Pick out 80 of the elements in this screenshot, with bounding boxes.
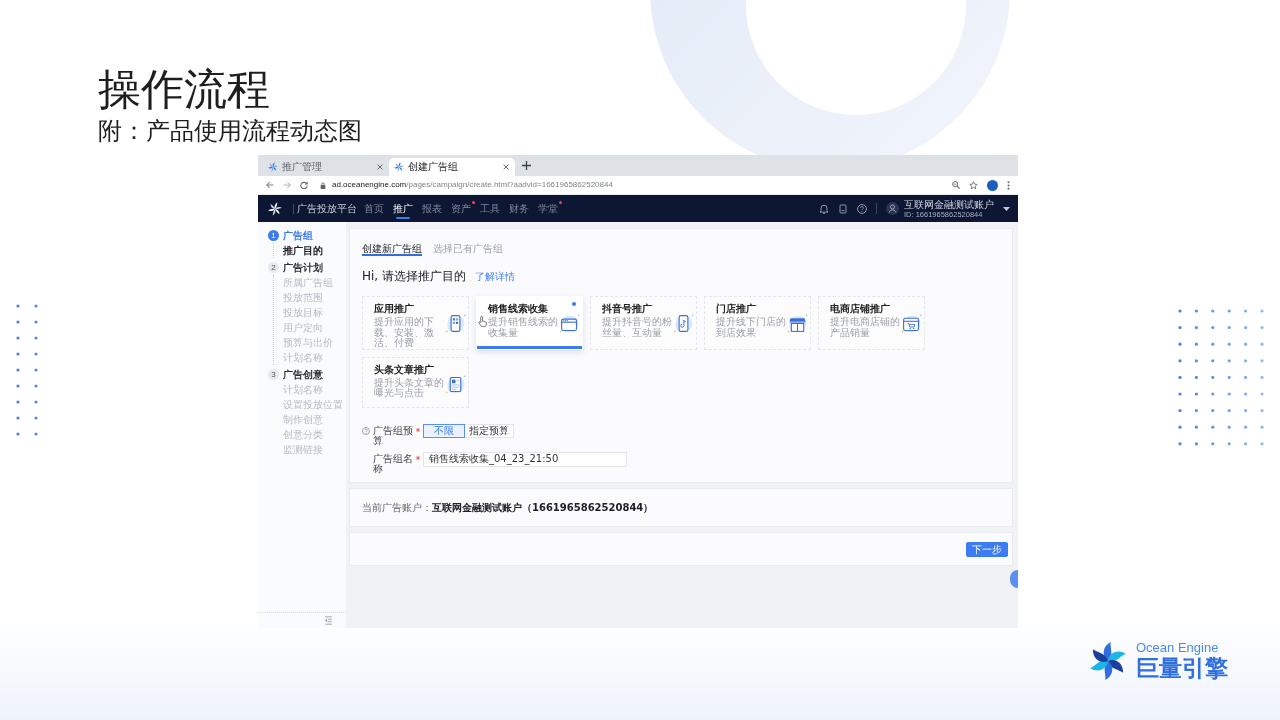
card-title: 销售线索收集 — [488, 303, 548, 315]
card-description: 提升电商店铺的产品销量 — [830, 317, 901, 338]
plus-icon[interactable] — [522, 161, 531, 170]
step-number: 1 — [268, 230, 279, 241]
logo-latin-text: Ocean Engine — [1136, 641, 1219, 655]
sidebar-item[interactable]: 推广目的 — [283, 243, 323, 258]
slide-subtitle: 附：产品使用流程动态图 — [98, 116, 362, 146]
purpose-card[interactable]: 应用推广 提升应用的下载、安装、激活、付费 — [362, 296, 469, 350]
floating-button[interactable] — [1010, 570, 1018, 588]
step-title[interactable]: 广告创意 — [283, 368, 323, 381]
slide-title: 操作流程 — [98, 64, 270, 114]
magnifier-icon[interactable] — [952, 181, 960, 189]
nav-tab[interactable]: 首页 — [364, 195, 384, 222]
pinwheel-icon — [268, 162, 278, 172]
more-icon[interactable] — [1007, 180, 1010, 190]
profile-avatar-icon[interactable] — [987, 179, 998, 191]
page-heading: Hi, 请选择推广目的 — [362, 269, 466, 283]
purpose-card[interactable]: 电商店铺推广 提升电商店铺的产品销量 — [818, 296, 925, 350]
card-description: 提升销售线索的收集量 — [488, 317, 559, 338]
details-link[interactable]: 了解详情 — [475, 271, 515, 283]
budget-option[interactable]: 指定预算 — [464, 423, 514, 438]
bell-icon[interactable] — [819, 203, 829, 214]
pinwheel-logo-icon[interactable] — [268, 201, 282, 216]
nav-tab[interactable]: 财务 — [509, 195, 529, 222]
nav-tab[interactable]: 推广 — [393, 195, 413, 222]
name-input[interactable]: 销售线索收集_04_23_21:50 — [423, 451, 627, 467]
content-tab[interactable]: 选择已有广告组 — [433, 243, 503, 256]
step-number: 3 — [268, 369, 279, 380]
card-title: 抖音号推广 — [602, 303, 652, 315]
card-description: 提升抖音号的粉丝量、互动量 — [602, 317, 673, 338]
phone-music-note-icon — [673, 313, 694, 334]
browser-tab[interactable]: 创建广告组 — [389, 158, 515, 176]
account-name: 互联网金融测试账户 — [904, 198, 994, 210]
next-button[interactable]: 下一步 — [966, 541, 1008, 557]
card-title: 应用推广 — [374, 303, 414, 315]
card-title: 头条文章推广 — [374, 363, 434, 376]
field-label: 广告组预算 — [373, 425, 414, 446]
storefront-icon — [787, 313, 808, 334]
card-title: 门店推广 — [716, 303, 756, 315]
back-arrow-icon[interactable] — [266, 181, 274, 189]
purpose-card[interactable]: 门店推广 提升线下门店的到店效果 — [704, 296, 811, 350]
platform-name: 广告投放平台 — [297, 202, 357, 215]
card-description: 提升线下门店的到店效果 — [716, 317, 787, 338]
phone-app-icon — [445, 313, 466, 334]
purpose-card[interactable]: 销售线索收集 提升销售线索的收集量 — [476, 296, 583, 350]
document-icon — [445, 373, 466, 395]
hand-cursor-icon — [478, 316, 487, 327]
account-text: 当前广告账户：互联网金融测试账户（1661965862520844） — [362, 501, 654, 514]
close-icon[interactable] — [503, 164, 509, 170]
reload-icon[interactable] — [300, 181, 308, 189]
nav-tab[interactable]: 资产 — [451, 195, 471, 222]
browser-cart-icon — [901, 313, 922, 334]
nav-tab[interactable]: 学堂 — [538, 195, 558, 222]
tablet-icon[interactable] — [838, 203, 848, 214]
nav-tab[interactable]: 工具 — [480, 195, 500, 222]
purpose-card[interactable]: 抖音号推广 提升抖音号的粉丝量、互动量 — [590, 296, 697, 350]
pinwheel-icon — [394, 162, 404, 172]
star-icon[interactable] — [969, 180, 978, 190]
close-icon[interactable] — [377, 164, 383, 170]
field-label: 广告组名称 — [373, 453, 414, 474]
corner-dot-icon — [572, 302, 576, 306]
lock-icon — [320, 181, 326, 189]
card-description: 提升头条文章的曝光与点击 — [374, 377, 445, 399]
content-tab[interactable]: 创建新广告组 — [362, 243, 422, 256]
step-number: 2 — [268, 262, 279, 273]
purpose-card[interactable]: 头条文章推广 提升头条文章的曝光与点击 — [362, 356, 469, 408]
step-title[interactable]: 广告计划 — [283, 261, 323, 274]
caret-icon[interactable] — [1003, 206, 1010, 211]
address-field[interactable]: ad.oceanengine.com/pages/campaign/create.html?aadvid=1661965862520844 — [332, 180, 613, 190]
logo-chinese-text: 巨量引擎 — [1136, 655, 1228, 681]
logo-icon — [1089, 642, 1127, 680]
browser-window-icon — [559, 313, 580, 334]
help-icon[interactable] — [857, 203, 867, 214]
step-title[interactable]: 广告组 — [283, 229, 313, 242]
budget-option[interactable]: 不限 — [423, 423, 465, 438]
nav-tab[interactable]: 报表 — [422, 195, 442, 222]
card-title: 电商店铺推广 — [830, 303, 890, 315]
browser-tab[interactable]: 推广管理 — [263, 158, 389, 176]
card-description: 提升应用的下载、安装、激活、付费 — [374, 317, 435, 349]
user-avatar-icon[interactable] — [886, 202, 899, 215]
